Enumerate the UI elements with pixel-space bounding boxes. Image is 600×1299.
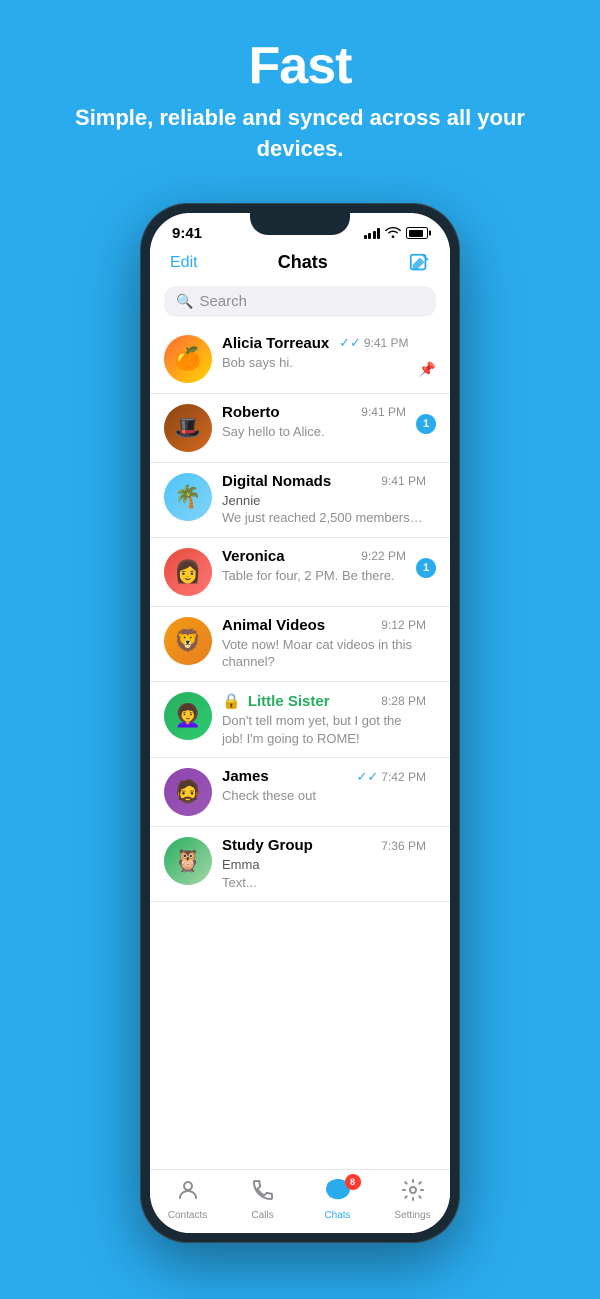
list-item[interactable]: 👩 Veronica 9:22 PM Table for four, 2 PM.…: [150, 538, 450, 607]
search-bar-wrap: 🔍 Search: [150, 282, 450, 325]
phone-inner: 9:41: [150, 213, 450, 1233]
chat-preview: Don't tell mom yet, but I got the job! I…: [222, 712, 426, 747]
chat-content: Veronica 9:22 PM Table for four, 2 PM. B…: [222, 548, 406, 585]
double-check-icon: ✓✓: [339, 335, 361, 351]
chat-name: Alicia Torreaux: [222, 335, 329, 352]
lock-icon: 🔒: [222, 693, 241, 710]
list-item[interactable]: 👩‍🦱 🔒 Little Sister 8:28 PM Don't tell m…: [150, 682, 450, 758]
chat-time: 8:28 PM: [381, 694, 426, 708]
signal-bars-icon: [364, 228, 381, 239]
chats-badge-wrap: 8: [325, 1178, 351, 1208]
chat-content: Animal Videos 9:12 PM Vote now! Moar cat…: [222, 617, 426, 671]
avatar: 🧔: [164, 768, 212, 816]
chat-name: James: [222, 768, 269, 785]
chat-name: Digital Nomads: [222, 473, 331, 490]
chat-name: Roberto: [222, 404, 280, 421]
tab-label-calls: Calls: [251, 1210, 273, 1221]
battery-icon: [406, 227, 428, 239]
list-item[interactable]: 🎩 Roberto 9:41 PM Say hello to Alice. 1: [150, 394, 450, 463]
tab-calls[interactable]: Calls: [225, 1178, 300, 1221]
unread-badge: 1: [416, 558, 436, 578]
chat-content: 🔒 Little Sister 8:28 PM Don't tell mom y…: [222, 692, 426, 747]
list-item[interactable]: 🦁 Animal Videos 9:12 PM Vote now! Moar c…: [150, 607, 450, 682]
tab-label-contacts: Contacts: [168, 1210, 207, 1221]
tab-label-chats: Chats: [324, 1210, 350, 1221]
tab-label-settings: Settings: [394, 1210, 430, 1221]
chat-preview: JennieWe just reached 2,500 members! WOO…: [222, 492, 426, 527]
calls-icon: [251, 1178, 275, 1208]
chat-preview: Check these out: [222, 787, 426, 805]
wifi-icon: [385, 226, 401, 241]
unread-badge: 1: [416, 414, 436, 434]
tab-bar: Contacts Calls: [150, 1169, 450, 1233]
chats-unread-badge: 8: [345, 1174, 361, 1190]
compose-button[interactable]: [408, 252, 430, 274]
chat-content: James ✓✓ 7:42 PM Check these out: [222, 768, 426, 805]
chat-time: 9:22 PM: [361, 549, 406, 563]
avatar: 🌴: [164, 473, 212, 521]
hero-section: Fast Simple, reliable and synced across …: [0, 0, 600, 185]
notch: [250, 213, 350, 235]
page-title: Chats: [278, 252, 328, 273]
list-item[interactable]: 🦉 Study Group 7:36 PM EmmaText...: [150, 827, 450, 902]
edit-button[interactable]: Edit: [170, 254, 198, 272]
chat-content: Roberto 9:41 PM Say hello to Alice.: [222, 404, 406, 441]
contacts-icon: [176, 1178, 200, 1208]
chat-content: Alicia Torreaux ✓✓ 9:41 PM Bob says hi.: [222, 335, 409, 372]
settings-icon: [401, 1178, 425, 1208]
tab-chats[interactable]: 8 Chats: [300, 1178, 375, 1221]
chat-name: Animal Videos: [222, 617, 325, 634]
status-time: 9:41: [172, 225, 202, 242]
chat-time: 7:36 PM: [381, 839, 426, 853]
phone-wrapper: 9:41: [0, 203, 600, 1243]
list-item[interactable]: 🧔 James ✓✓ 7:42 PM Check these out: [150, 758, 450, 827]
avatar: 🦉: [164, 837, 212, 885]
chat-list: 🍊 Alicia Torreaux ✓✓ 9:41 PM Bob says hi…: [150, 325, 450, 1169]
avatar: 🎩: [164, 404, 212, 452]
chat-preview: Bob says hi.: [222, 354, 409, 372]
chat-name: Veronica: [222, 548, 285, 565]
chat-time: 9:41 PM: [381, 474, 426, 488]
chat-preview: Table for four, 2 PM. Be there.: [222, 567, 406, 585]
chat-content: Digital Nomads 9:41 PM JennieWe just rea…: [222, 473, 426, 527]
chat-preview: EmmaText...: [222, 856, 426, 891]
hero-subtitle: Simple, reliable and synced across all y…: [0, 103, 600, 165]
hero-title: Fast: [0, 38, 600, 95]
tab-contacts[interactable]: Contacts: [150, 1178, 225, 1221]
nav-bar: Edit Chats: [150, 246, 450, 282]
list-item[interactable]: 🌴 Digital Nomads 9:41 PM JennieWe just r…: [150, 463, 450, 538]
chat-time: 9:41 PM: [361, 405, 406, 419]
search-icon: 🔍: [176, 293, 193, 310]
double-check-icon: ✓✓: [357, 769, 379, 785]
chat-content: Study Group 7:36 PM EmmaText...: [222, 837, 426, 891]
status-icons: [364, 226, 429, 241]
chat-name: Study Group: [222, 837, 313, 854]
avatar: 🦁: [164, 617, 212, 665]
avatar: 👩: [164, 548, 212, 596]
pin-icon: 📌: [419, 361, 436, 378]
chat-preview: Vote now! Moar cat videos in this channe…: [222, 636, 426, 671]
tab-settings[interactable]: Settings: [375, 1178, 450, 1221]
chat-time: ✓✓ 7:42 PM: [357, 769, 427, 785]
phone-frame: 9:41: [140, 203, 460, 1243]
avatar: 🍊: [164, 335, 212, 383]
search-bar[interactable]: 🔍 Search: [164, 286, 436, 317]
chat-time: 9:12 PM: [381, 618, 426, 632]
chat-name: 🔒 Little Sister: [222, 692, 330, 710]
chat-preview: Say hello to Alice.: [222, 423, 406, 441]
chat-time: ✓✓ 9:41 PM: [339, 335, 409, 351]
search-placeholder: Search: [199, 293, 247, 310]
list-item[interactable]: 🍊 Alicia Torreaux ✓✓ 9:41 PM Bob says hi…: [150, 325, 450, 394]
avatar: 👩‍🦱: [164, 692, 212, 740]
